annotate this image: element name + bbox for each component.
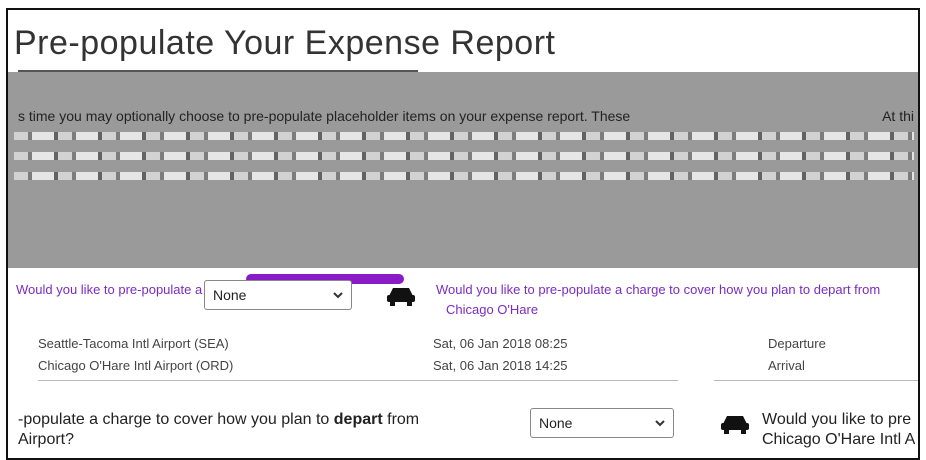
flight-type: Departure [768,336,826,351]
page-frame: Pre-populate Your Expense Report s time … [6,8,920,460]
flight-row: Chicago O'Hare Intl Airport (ORD) Sat, 0… [38,358,888,380]
arrive-select[interactable]: None [204,280,352,310]
arrive-select-value: None [213,287,247,303]
depart-question: -populate a charge to cover how you plan… [18,410,498,450]
prompt-row: Would you like to pre-populate a charge … [16,282,906,317]
chevron-down-icon [333,292,343,299]
flight-airport: Seattle-Tacoma Intl Airport (SEA) [38,336,229,351]
depart-select[interactable]: None [530,408,674,438]
flight-row: Seattle-Tacoma Intl Airport (SEA) Sat, 0… [38,336,888,358]
flight-airport: Chicago O'Hare Intl Airport (ORD) [38,358,234,373]
prompt-right-sub: Chicago O'Hare [446,302,539,317]
flight-date: Sat, 06 Jan 2018 14:25 [433,358,568,373]
depart-select-value: None [539,415,573,431]
return-question-line2: Chicago O'Hare Intl A [762,431,916,448]
page-title: Pre-populate Your Expense Report [14,24,556,62]
flight-date: Sat, 06 Jan 2018 08:25 [433,336,568,351]
return-question-line1: Would you like to pre [762,411,912,428]
car-icon [721,416,749,434]
flight-type: Arrival [768,358,805,373]
depart-question-bold: depart [333,411,383,428]
chevron-down-icon [655,420,665,427]
section-divider [38,380,678,381]
flight-list: Seattle-Tacoma Intl Airport (SEA) Sat, 0… [38,336,888,380]
intro-paragraph-lines [14,132,914,192]
return-question: Would you like to pre Chicago O'Hare Int… [762,410,915,450]
depart-question-part2: from [382,411,420,428]
intro-text-tail: At thi [882,108,914,124]
intro-text: s time you may optionally choose to pre-… [18,108,631,124]
car-icon [387,288,415,306]
page-header: Pre-populate Your Expense Report [8,10,918,72]
prompt-right-text: Would you like to pre-populate a charge … [436,282,881,297]
section-divider-right [714,380,918,381]
depart-question-line2: Airport? [18,431,75,448]
depart-question-part1: -populate a charge to cover how you plan… [18,411,334,428]
